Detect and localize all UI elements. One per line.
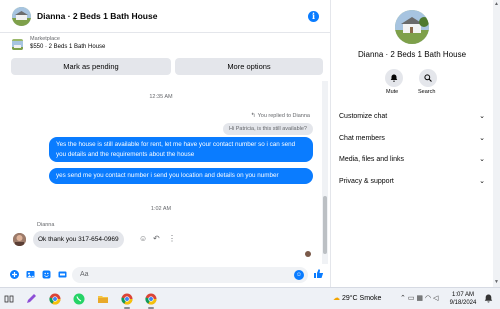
like-thumb-icon[interactable] bbox=[313, 268, 324, 282]
incoming-message[interactable]: Ok thank you 317-654-0969 bbox=[33, 231, 124, 248]
listing-photo[interactable] bbox=[395, 10, 429, 44]
chrome-icon[interactable] bbox=[120, 292, 134, 306]
listing-price-title[interactable]: $550 · 2 Beds 1 Bath House bbox=[30, 44, 105, 50]
panel-scrollbar[interactable]: ▲ ▼ bbox=[493, 0, 500, 287]
chevron-down-icon: ⌄ bbox=[479, 156, 485, 163]
outgoing-message[interactable]: yes send me you contact number i send yo… bbox=[49, 168, 313, 184]
chat-scrollbar[interactable] bbox=[322, 81, 328, 264]
network-icon[interactable]: ▦ bbox=[416, 295, 423, 302]
clock[interactable]: 1:07 AM 9/18/2024 bbox=[446, 291, 480, 307]
chat-scroll-thumb[interactable] bbox=[323, 196, 327, 254]
seen-avatar bbox=[305, 251, 311, 257]
more-vertical-icon[interactable]: ⋮ bbox=[168, 234, 176, 243]
chevron-up-icon[interactable]: ⌃ bbox=[400, 295, 406, 302]
scroll-up-icon[interactable]: ▲ bbox=[494, 1, 499, 7]
more-options-button[interactable]: More options bbox=[175, 58, 323, 75]
clock-date: 9/18/2024 bbox=[449, 300, 477, 306]
sender-avatar[interactable] bbox=[13, 233, 26, 246]
mark-as-pending-button[interactable]: Mark as pending bbox=[11, 58, 171, 75]
conversation-details-panel: Dianna · 2 Beds 1 Bath House Mute Search… bbox=[332, 0, 500, 287]
chevron-down-icon: ⌄ bbox=[479, 113, 485, 120]
listing-avatar[interactable] bbox=[12, 7, 31, 26]
temperature: 29°C bbox=[341, 295, 358, 302]
reply-indicator: ↰ You replied to Dianna bbox=[250, 113, 310, 119]
sticker-icon[interactable] bbox=[42, 270, 51, 279]
quoted-message[interactable]: Hi Patricia, is this still available? bbox=[223, 123, 313, 135]
gif-icon[interactable] bbox=[58, 270, 67, 279]
composer: Aa ☺ bbox=[0, 264, 331, 286]
reply-icon[interactable]: ↶ bbox=[153, 234, 160, 243]
taskbar: ☁ 29°C Smoke ⌃ ▭ ▦ ◠ ◁ 1:07 AM 9/18/2024 bbox=[0, 287, 500, 309]
menu-customize-chat[interactable]: Customize chat ⌄ bbox=[339, 110, 489, 124]
conversation-name: Dianna · 2 Beds 1 Bath House bbox=[357, 50, 467, 59]
file-explorer-icon[interactable] bbox=[96, 292, 110, 306]
weather-widget[interactable]: ☁ 29°C Smoke bbox=[333, 294, 381, 302]
task-view-icon[interactable] bbox=[2, 292, 16, 306]
marketplace-label: Marketplace bbox=[30, 36, 60, 42]
info-icon[interactable]: i bbox=[308, 11, 319, 22]
react-emoji-icon[interactable]: ☺ bbox=[139, 234, 147, 243]
weather-icon: ☁ bbox=[333, 295, 340, 302]
scroll-down-icon[interactable]: ▼ bbox=[494, 279, 499, 285]
menu-privacy-support[interactable]: Privacy & support ⌄ bbox=[339, 175, 489, 189]
reply-arrow-icon: ↰ bbox=[250, 113, 256, 119]
chrome-icon[interactable] bbox=[144, 292, 158, 306]
chrome-icon[interactable] bbox=[48, 292, 62, 306]
sender-name: Dianna bbox=[37, 222, 55, 228]
mute-button[interactable] bbox=[385, 69, 403, 87]
clock-time: 1:07 AM bbox=[451, 292, 474, 298]
menu-media-files-links[interactable]: Media, files and links ⌄ bbox=[339, 153, 489, 167]
search-button[interactable] bbox=[419, 69, 437, 87]
volume-icon[interactable]: ◁ bbox=[433, 295, 438, 302]
gallery-icon[interactable] bbox=[26, 270, 35, 279]
emoji-icon[interactable]: ☺ bbox=[294, 270, 304, 280]
chevron-down-icon: ⌄ bbox=[479, 135, 485, 142]
message-list: 12:35 AM ↰ You replied to Dianna Hi Patri… bbox=[0, 81, 322, 264]
notification-icon[interactable] bbox=[484, 294, 493, 305]
timestamp: 1:02 AM bbox=[150, 206, 172, 212]
timestamp: 12:35 AM bbox=[149, 94, 173, 100]
mute-label: Mute bbox=[386, 89, 399, 95]
system-tray[interactable]: ⌃ ▭ ▦ ◠ ◁ bbox=[400, 294, 438, 302]
search-label: Search bbox=[418, 89, 436, 95]
battery-icon[interactable]: ▭ bbox=[408, 295, 415, 302]
weather-condition: Smoke bbox=[359, 295, 382, 302]
listing-thumbnail[interactable] bbox=[12, 39, 23, 50]
marketplace-strip: Marketplace $550 · 2 Beds 1 Bath House M… bbox=[0, 33, 331, 81]
chat-title[interactable]: Dianna · 2 Beds 1 Bath House bbox=[37, 11, 157, 21]
whatsapp-icon[interactable] bbox=[72, 292, 86, 306]
message-input[interactable]: Aa ☺ bbox=[72, 267, 308, 283]
pen-app-icon[interactable] bbox=[24, 292, 38, 306]
outgoing-message[interactable]: Yes the house is still available for ren… bbox=[49, 137, 313, 162]
chevron-down-icon: ⌄ bbox=[479, 178, 485, 185]
chat-pane: Dianna · 2 Beds 1 Bath House i Marketpla… bbox=[0, 0, 331, 287]
message-placeholder: Aa bbox=[80, 271, 89, 278]
menu-chat-members[interactable]: Chat members ⌄ bbox=[339, 132, 489, 146]
plus-circle-icon[interactable] bbox=[10, 270, 19, 279]
wifi-icon[interactable]: ◠ bbox=[425, 295, 431, 302]
chat-header: Dianna · 2 Beds 1 Bath House i bbox=[0, 0, 331, 33]
